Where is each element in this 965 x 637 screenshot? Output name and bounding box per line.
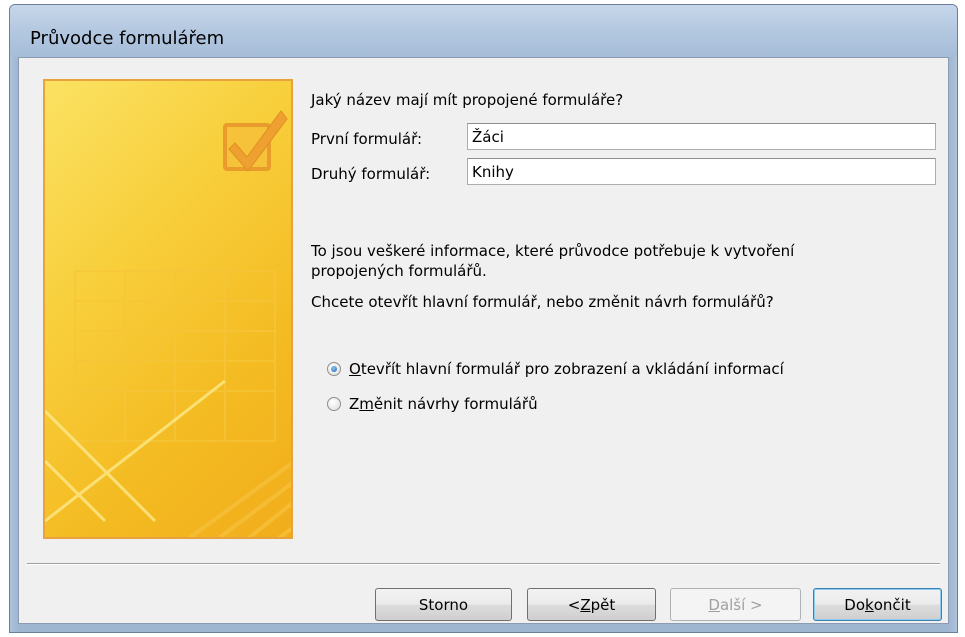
first-form-label: První formulář: — [311, 130, 423, 148]
window-title: Průvodce formulářem — [30, 28, 225, 49]
window-frame-right — [949, 57, 957, 632]
first-form-input[interactable]: Žáci — [467, 123, 936, 150]
open-main-form-label: Otevřít hlavní formulář pro zobrazení a … — [349, 360, 784, 378]
finish-button[interactable]: Do k ončit — [813, 588, 942, 621]
change-design-option[interactable]: Změnit návrhy formulářů — [327, 395, 538, 413]
open-main-form-option[interactable]: Otevřít hlavní formulář pro zobrazení a … — [327, 360, 784, 378]
radio-unselected-icon[interactable] — [327, 397, 341, 411]
back-button[interactable]: < Zpět — [527, 588, 656, 621]
title-bar[interactable]: Průvodce formulářem — [10, 5, 957, 57]
wizard-window: Průvodce formulářem Jaký název mají mít … — [9, 4, 958, 633]
cancel-button[interactable]: Storno — [375, 588, 512, 621]
next-button[interactable]: Další > — [670, 588, 801, 621]
radio-selected-icon[interactable] — [327, 362, 341, 376]
second-form-label: Druhý formulář: — [311, 165, 431, 183]
change-design-label: Změnit návrhy formulářů — [349, 395, 538, 413]
prompt-text: Chcete otevřít hlavní formulář, nebo změ… — [311, 293, 774, 311]
checkbox-check-icon — [45, 110, 291, 537]
second-form-input[interactable]: Knihy — [467, 158, 936, 185]
question-label: Jaký název mají mít propojené formuláře? — [311, 91, 624, 109]
button-separator — [27, 563, 940, 565]
wizard-banner — [43, 79, 293, 539]
dialog-body: Jaký název mají mít propojené formuláře?… — [18, 57, 949, 624]
window-frame-left — [10, 57, 18, 632]
info-text: To jsou veškeré informace, které průvodc… — [311, 242, 795, 280]
